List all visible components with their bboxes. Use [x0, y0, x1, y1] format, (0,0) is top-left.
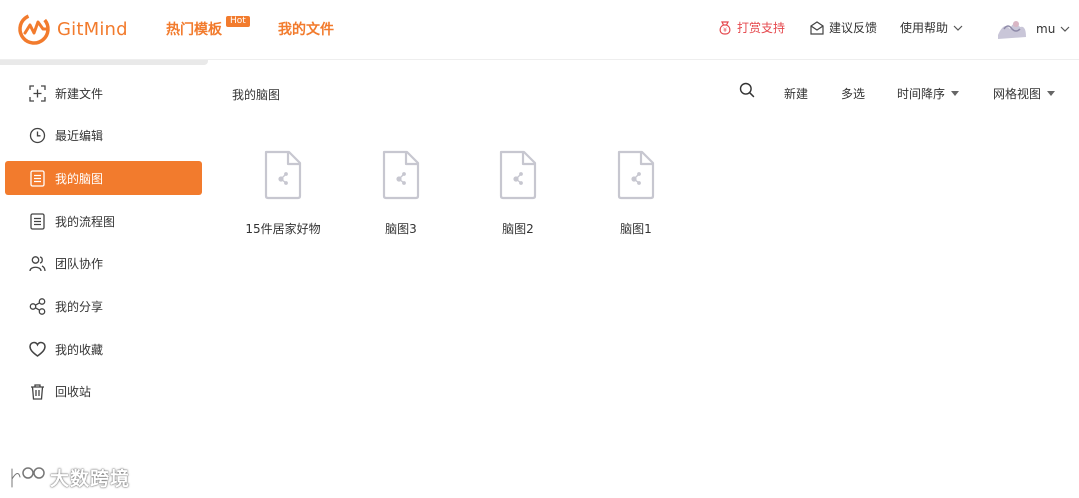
- sidebar-item-label: 我的脑图: [55, 171, 104, 186]
- reward-label: 打赏支持: [737, 21, 786, 35]
- nav-my-files[interactable]: 我的文件: [278, 19, 334, 39]
- sidebar-item-new-file[interactable]: 新建文件: [5, 76, 202, 110]
- gitmind-logo-icon: [18, 13, 50, 45]
- search-icon[interactable]: [739, 82, 755, 98]
- multi-select-button[interactable]: 多选: [841, 85, 865, 102]
- file-card[interactable]: 脑图3: [346, 150, 456, 237]
- caret-down-icon: [951, 91, 960, 96]
- svg-text:¥: ¥: [723, 27, 727, 34]
- sidebar-item-recent[interactable]: 最近编辑: [5, 118, 202, 152]
- file-name: 脑图1: [620, 222, 652, 236]
- logo[interactable]: GitMind: [17, 12, 128, 46]
- mindmap-file-icon: [382, 150, 420, 200]
- new-button[interactable]: 新建: [784, 85, 808, 102]
- feedback-label: 建议反馈: [829, 21, 878, 35]
- file-card[interactable]: 脑图1: [581, 150, 691, 237]
- sidebar-item-my-mindmaps[interactable]: 我的脑图: [5, 161, 202, 195]
- heart-icon: [29, 341, 46, 357]
- chevron-down-icon: [1060, 26, 1070, 32]
- watermark-logo-icon: [10, 466, 45, 488]
- file-name: 脑图3: [385, 222, 417, 236]
- user-name: mu: [1036, 22, 1056, 36]
- caret-down-icon: [1047, 91, 1056, 96]
- mindmap-file-icon: [499, 150, 537, 200]
- watermark: 大数跨境: [8, 464, 130, 491]
- sidebar-item-label: 我的分享: [55, 299, 104, 314]
- watermark-text: 大数跨境: [50, 468, 131, 490]
- hot-badge: Hot: [226, 16, 250, 27]
- sidebar-item-favorites[interactable]: 我的收藏: [5, 332, 202, 366]
- sidebar-item-team[interactable]: 团队协作: [5, 246, 202, 280]
- view-dropdown[interactable]: 网格视图: [993, 85, 1056, 102]
- sidebar-item-label: 回收站: [55, 384, 92, 399]
- sidebar-item-my-flowcharts[interactable]: 我的流程图: [5, 204, 202, 238]
- help-label: 使用帮助: [900, 21, 949, 35]
- file-name: 脑图2: [502, 222, 534, 236]
- envelope-icon: [810, 20, 824, 35]
- view-label: 网格视图: [993, 87, 1042, 101]
- team-icon: [29, 255, 46, 271]
- sidebar-item-label: 新建文件: [55, 86, 104, 101]
- help-menu[interactable]: 使用帮助: [900, 19, 963, 36]
- chevron-down-icon: [953, 25, 963, 31]
- feedback-link[interactable]: 建议反馈: [809, 19, 877, 36]
- mindmap-file-icon: [264, 150, 302, 200]
- sidebar-item-label: 团队协作: [55, 256, 104, 271]
- document-icon: [30, 212, 45, 230]
- user-menu[interactable]: mu: [996, 15, 1070, 43]
- breadcrumb: 我的脑图: [232, 88, 281, 102]
- file-card[interactable]: 15件居家好物: [228, 150, 338, 237]
- document-icon: [30, 169, 45, 187]
- new-file-icon: [29, 84, 46, 102]
- nav-hot-templates[interactable]: 热门模板: [166, 19, 222, 39]
- reward-support-link[interactable]: ¥ 打赏支持: [717, 19, 785, 36]
- sidebar-item-trash[interactable]: 回收站: [5, 374, 202, 408]
- top-header: GitMind 热门模板 Hot 我的文件 ¥ 打赏支持 建议反馈 使用帮助 m: [0, 0, 1079, 60]
- mindmap-file-icon: [617, 150, 655, 200]
- money-bag-icon: ¥: [719, 20, 731, 35]
- sidebar-item-label: 我的收藏: [55, 342, 104, 357]
- clock-icon: [29, 127, 46, 143]
- sidebar-item-my-shares[interactable]: 我的分享: [5, 289, 202, 323]
- share-icon: [29, 297, 46, 315]
- sort-label: 时间降序: [897, 87, 946, 101]
- sort-dropdown[interactable]: 时间降序: [897, 85, 960, 102]
- avatar: [996, 15, 1028, 43]
- sidebar-item-label: 最近编辑: [55, 128, 104, 143]
- sidebar: 新建文件 最近编辑 我的脑图 我的流程图 团队协作 我的分享 我的收藏 回收站: [0, 65, 208, 498]
- file-name: 15件居家好物: [245, 222, 321, 236]
- file-card[interactable]: 脑图2: [463, 150, 573, 237]
- trash-icon: [31, 383, 44, 400]
- app-name: GitMind: [57, 18, 128, 40]
- sidebar-item-label: 我的流程图: [55, 214, 116, 229]
